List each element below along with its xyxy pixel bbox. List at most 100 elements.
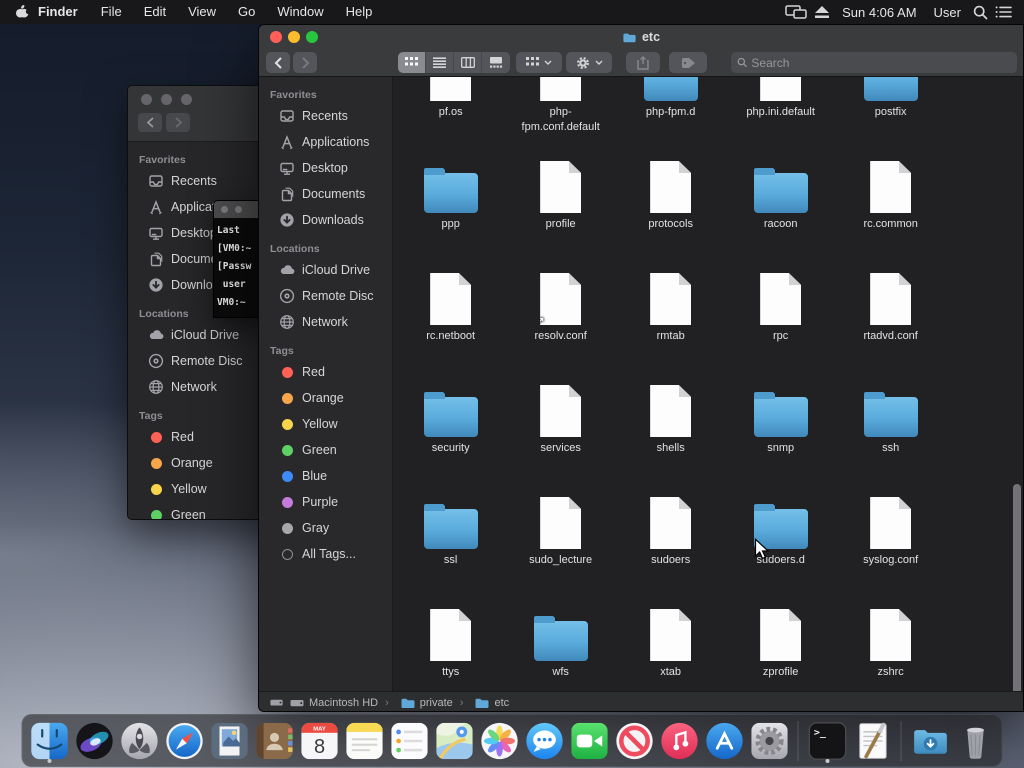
- menu-item[interactable]: Finder: [30, 0, 90, 24]
- sidebar-item[interactable]: Documents: [259, 181, 392, 207]
- path-bar-item[interactable]: Macintosh HD: [289, 695, 378, 711]
- menu-item[interactable]: Edit: [133, 0, 177, 24]
- sidebar-item[interactable]: iCloud Drive: [128, 322, 259, 348]
- menu-item[interactable]: Window: [266, 0, 334, 24]
- sidebar-tag-item[interactable]: Blue: [259, 463, 392, 489]
- file-item[interactable]: ↗ shells: [616, 369, 726, 481]
- sidebar-item[interactable]: iCloud Drive: [259, 257, 392, 283]
- group-by-dropdown[interactable]: [516, 52, 562, 73]
- back-button[interactable]: [138, 113, 162, 132]
- dock-item[interactable]: [209, 718, 250, 763]
- sidebar-item[interactable]: Recents: [259, 103, 392, 129]
- file-item[interactable]: ↗ rc.common: [836, 145, 946, 257]
- sidebar-item[interactable]: Remote Disc: [259, 283, 392, 309]
- file-item[interactable]: ↗ sudoers: [616, 481, 726, 593]
- sidebar-tag-item[interactable]: Purple: [259, 489, 392, 515]
- screen-mirroring-icon[interactable]: [785, 5, 807, 19]
- file-item[interactable]: ↗ snmp: [726, 369, 836, 481]
- file-item[interactable]: ↗ ttys: [396, 593, 506, 691]
- menu-bar-user[interactable]: User: [929, 5, 966, 20]
- view-as-list-button[interactable]: [426, 52, 454, 73]
- dock-item[interactable]: [524, 718, 565, 763]
- forward-button[interactable]: [293, 52, 317, 73]
- file-item[interactable]: ↗ zprofile: [726, 593, 836, 691]
- file-item[interactable]: ↗ pf.os: [396, 77, 506, 145]
- file-item[interactable]: ↗ ssh: [836, 369, 946, 481]
- file-item[interactable]: ↗ racoon: [726, 145, 836, 257]
- vertical-scrollbar[interactable]: [1013, 484, 1021, 691]
- dock-item[interactable]: [910, 718, 951, 763]
- back-button[interactable]: [266, 52, 290, 73]
- menu-bar-clock[interactable]: Sun 4:06 AM: [837, 5, 921, 20]
- file-item[interactable]: ↗ php-fpm.d: [616, 77, 726, 145]
- dock-item[interactable]: [807, 718, 848, 763]
- terminal-close-button[interactable]: [221, 206, 228, 213]
- sidebar-item[interactable]: Remote Disc: [128, 348, 259, 374]
- path-bar-item[interactable]: etc: [453, 695, 509, 711]
- zoom-button[interactable]: [306, 31, 318, 43]
- sidebar-tag-item[interactable]: Yellow: [128, 476, 259, 502]
- search-field[interactable]: [731, 52, 1017, 73]
- action-dropdown[interactable]: [566, 52, 612, 73]
- dock-item[interactable]: [119, 718, 160, 763]
- inactive-zoom-button[interactable]: [181, 94, 192, 105]
- file-item[interactable]: ↗ services: [506, 369, 616, 481]
- minimize-button[interactable]: [288, 31, 300, 43]
- spotlight-search-icon[interactable]: [973, 5, 988, 20]
- sidebar-tag-item[interactable]: Green: [128, 502, 259, 519]
- notification-center-icon[interactable]: [995, 5, 1012, 19]
- file-item[interactable]: ↗ php.ini.default: [726, 77, 836, 145]
- dock-item[interactable]: [749, 718, 790, 763]
- dock-item[interactable]: [852, 718, 893, 763]
- eject-icon[interactable]: [814, 5, 830, 19]
- file-item[interactable]: ↗ rpc: [726, 257, 836, 369]
- file-item[interactable]: ↗ wfs: [506, 593, 616, 691]
- file-item[interactable]: ↗ resolv.conf: [506, 257, 616, 369]
- sidebar-tag-item[interactable]: Yellow: [259, 411, 392, 437]
- menu-item[interactable]: View: [177, 0, 227, 24]
- file-item[interactable]: ↗ security: [396, 369, 506, 481]
- view-as-gallery-button[interactable]: [482, 52, 510, 73]
- dock-item[interactable]: [164, 718, 205, 763]
- search-input[interactable]: [751, 55, 1011, 70]
- inactive-minimize-button[interactable]: [161, 94, 172, 105]
- sidebar-item[interactable]: Applications: [259, 129, 392, 155]
- apple-logo-icon[interactable]: [14, 3, 30, 21]
- file-item[interactable]: ↗ rc.netboot: [396, 257, 506, 369]
- dock-item[interactable]: [74, 718, 115, 763]
- sidebar-item[interactable]: Network: [128, 374, 259, 400]
- sidebar-item[interactable]: Network: [259, 309, 392, 335]
- dock-item[interactable]: [704, 718, 745, 763]
- sidebar-tag-item[interactable]: All Tags...: [259, 541, 392, 567]
- dock-item[interactable]: [344, 718, 385, 763]
- menu-item[interactable]: Go: [227, 0, 266, 24]
- terminal-minimize-button[interactable]: [235, 206, 242, 213]
- file-item[interactable]: ↗ sudo_lecture: [506, 481, 616, 593]
- file-item[interactable]: ↗ sudoers.d: [726, 481, 836, 593]
- file-item[interactable]: ↗ protocols: [616, 145, 726, 257]
- sidebar-item[interactable]: Recents: [128, 168, 259, 194]
- sidebar-tag-item[interactable]: Orange: [259, 385, 392, 411]
- path-bar-item[interactable]: private: [378, 695, 453, 711]
- menu-item[interactable]: File: [90, 0, 133, 24]
- dock-item[interactable]: [614, 718, 655, 763]
- window-titlebar[interactable]: etc: [259, 25, 1023, 49]
- sidebar-item[interactable]: Desktop: [259, 155, 392, 181]
- share-button[interactable]: [626, 52, 660, 73]
- dock-item[interactable]: [955, 718, 996, 763]
- file-item[interactable]: ↗ rmtab: [616, 257, 726, 369]
- file-item[interactable]: ↗ syslog.conf: [836, 481, 946, 593]
- dock-item[interactable]: [479, 718, 520, 763]
- sidebar-tag-item[interactable]: Orange: [128, 450, 259, 476]
- menu-item[interactable]: Help: [335, 0, 384, 24]
- file-item[interactable]: ↗ ppp: [396, 145, 506, 257]
- dock-item[interactable]: [254, 718, 295, 763]
- file-item[interactable]: ↗ zshrc: [836, 593, 946, 691]
- inactive-close-button[interactable]: [141, 94, 152, 105]
- close-button[interactable]: [270, 31, 282, 43]
- file-item[interactable]: ↗ profile: [506, 145, 616, 257]
- file-item[interactable]: ↗ xtab: [616, 593, 726, 691]
- dock-item[interactable]: [389, 718, 430, 763]
- forward-button[interactable]: [166, 113, 190, 132]
- file-item[interactable]: ↗ ssl: [396, 481, 506, 593]
